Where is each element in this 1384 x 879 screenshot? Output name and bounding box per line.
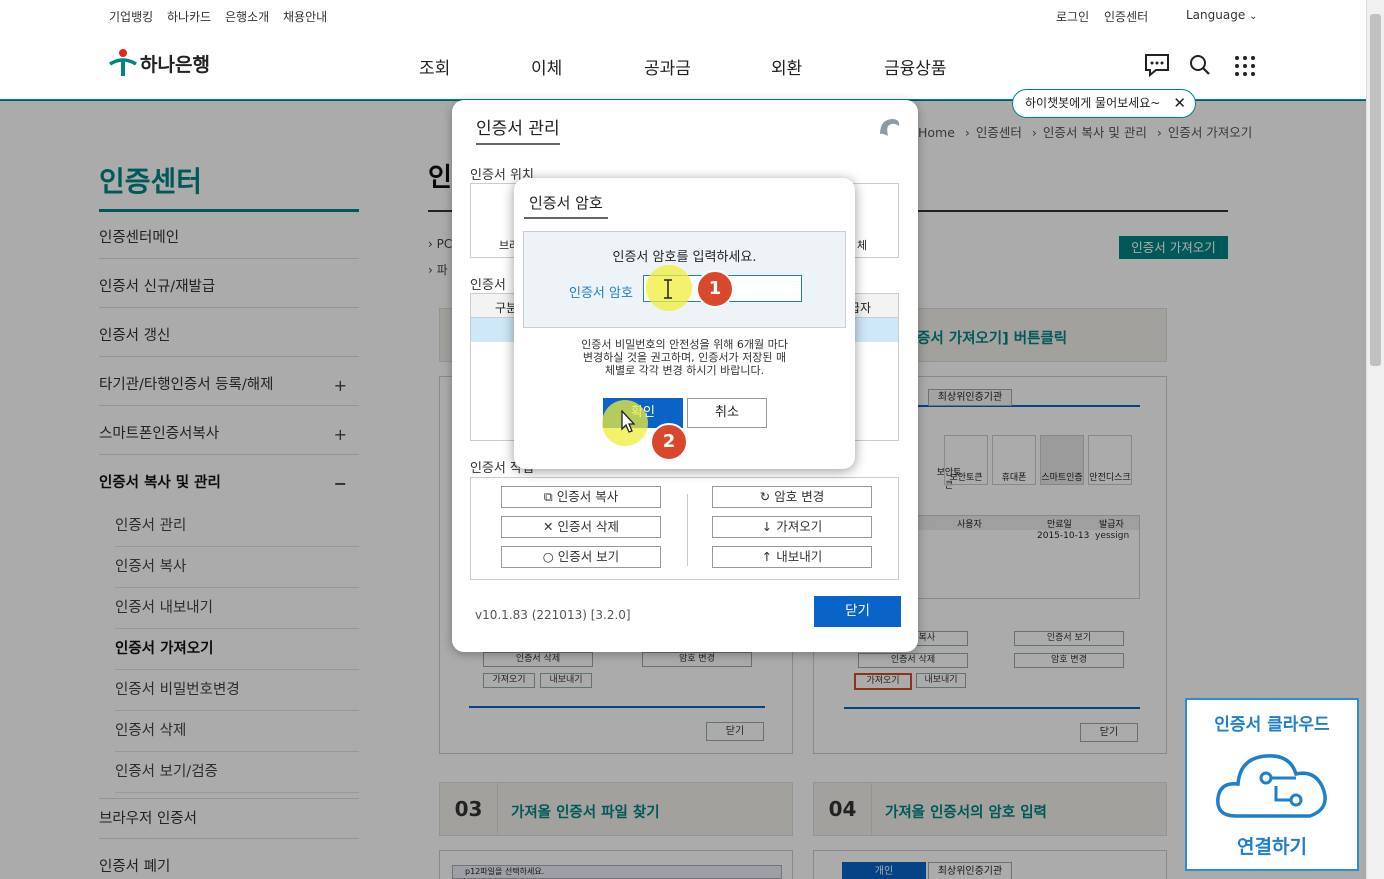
import-button[interactable]: ↓ 가져오기 <box>712 516 872 538</box>
scrollbar-thumb[interactable] <box>1370 14 1381 366</box>
cert-list-label: 인증서 <box>470 278 506 293</box>
cloud-banner-title: 인증서 클라우드 <box>1214 715 1330 735</box>
version-text: v10.1.83 (221013) [3.2.0] <box>475 608 631 622</box>
login-link[interactable]: 로그인 <box>1056 8 1089 25</box>
topbar-link-corporate[interactable]: 기업뱅킹 <box>109 8 153 25</box>
language-label: Language <box>1186 8 1246 22</box>
export-button[interactable]: ↑ 내보내기 <box>712 546 872 568</box>
topbar-link-card[interactable]: 하나카드 <box>167 8 211 25</box>
password-field-label: 인증서 암호 <box>569 286 633 301</box>
password-prompt: 인증서 암호를 입력하세요. <box>612 250 757 265</box>
cloud-icon <box>1216 754 1327 818</box>
search-icon: ○ <box>542 549 554 564</box>
step-marker-2: 2 <box>650 423 688 461</box>
cert-delete-button[interactable]: ✕ 인증서 삭제 <box>501 516 661 538</box>
hana-logo[interactable]: 하나은행 <box>108 48 210 78</box>
chatbot-tooltip[interactable]: 하이챗봇에게 물어보세요~ ✕ <box>1012 89 1196 118</box>
password-notice: 인증서 비밀번호의 안전성을 위해 6개월 마다 변경하실 것을 권고하며, 인… <box>581 338 788 377</box>
nav-forex[interactable]: 외환 <box>771 54 802 79</box>
cloud-banner-action: 연결하기 <box>1237 836 1307 858</box>
dolphin-logo-icon <box>880 119 900 136</box>
change-password-button[interactable]: ↻ 암호 변경 <box>712 486 872 508</box>
nav-transfer[interactable]: 이체 <box>531 54 562 79</box>
cancel-button[interactable]: 취소 <box>687 398 767 428</box>
pointer-cursor-icon <box>621 410 636 433</box>
close-icon: ✕ <box>543 519 554 534</box>
cert-center-link[interactable]: 인증센터 <box>1104 8 1148 25</box>
topbar-link-about[interactable]: 은행소개 <box>225 8 269 25</box>
download-icon: ↓ <box>761 519 773 534</box>
copy-icon: ⧉ <box>543 489 553 504</box>
all-menu-icon[interactable] <box>1234 55 1256 77</box>
text-cursor-icon <box>664 279 672 299</box>
chevron-down-icon: ⌄ <box>1249 11 1258 22</box>
cert-manager-title: 인증서 관리 <box>476 114 560 145</box>
password-dialog: 인증서 암호 인증서 암호를 입력하세요. 인증서 암호 인증서 비밀번호의 안… <box>514 178 855 469</box>
hana-logo-icon <box>109 49 137 76</box>
cert-cloud-banner[interactable]: 인증서 클라우드 연결하기 <box>1185 698 1359 871</box>
step-marker-1: 1 <box>696 270 734 308</box>
refresh-icon: ↻ <box>759 489 771 504</box>
password-dialog-title: 인증서 암호 <box>524 192 608 219</box>
cert-copy-button[interactable]: ⧉ 인증서 복사 <box>501 486 661 508</box>
page-scrollbar[interactable] <box>1366 0 1384 879</box>
close-icon[interactable]: ✕ <box>1173 90 1186 117</box>
search-icon[interactable] <box>1189 54 1211 76</box>
logo-text: 하나은행 <box>140 53 210 76</box>
chatbot-icon[interactable] <box>1144 53 1170 77</box>
upload-icon: ↑ <box>761 549 773 564</box>
nav-inquiry[interactable]: 조회 <box>419 54 450 79</box>
location-other[interactable]: 체 <box>857 237 867 253</box>
chatbot-tooltip-text: 하이챗봇에게 물어보세요~ <box>1025 96 1161 110</box>
language-select[interactable]: Language ⌄ <box>1186 8 1257 22</box>
nav-products[interactable]: 금융상품 <box>884 54 947 79</box>
topbar-link-careers[interactable]: 채용안내 <box>283 8 327 25</box>
cert-manager-close-button[interactable]: 닫기 <box>814 596 901 627</box>
nav-utility[interactable]: 공과금 <box>644 54 691 79</box>
cert-view-button[interactable]: ○ 인증서 보기 <box>501 546 661 568</box>
